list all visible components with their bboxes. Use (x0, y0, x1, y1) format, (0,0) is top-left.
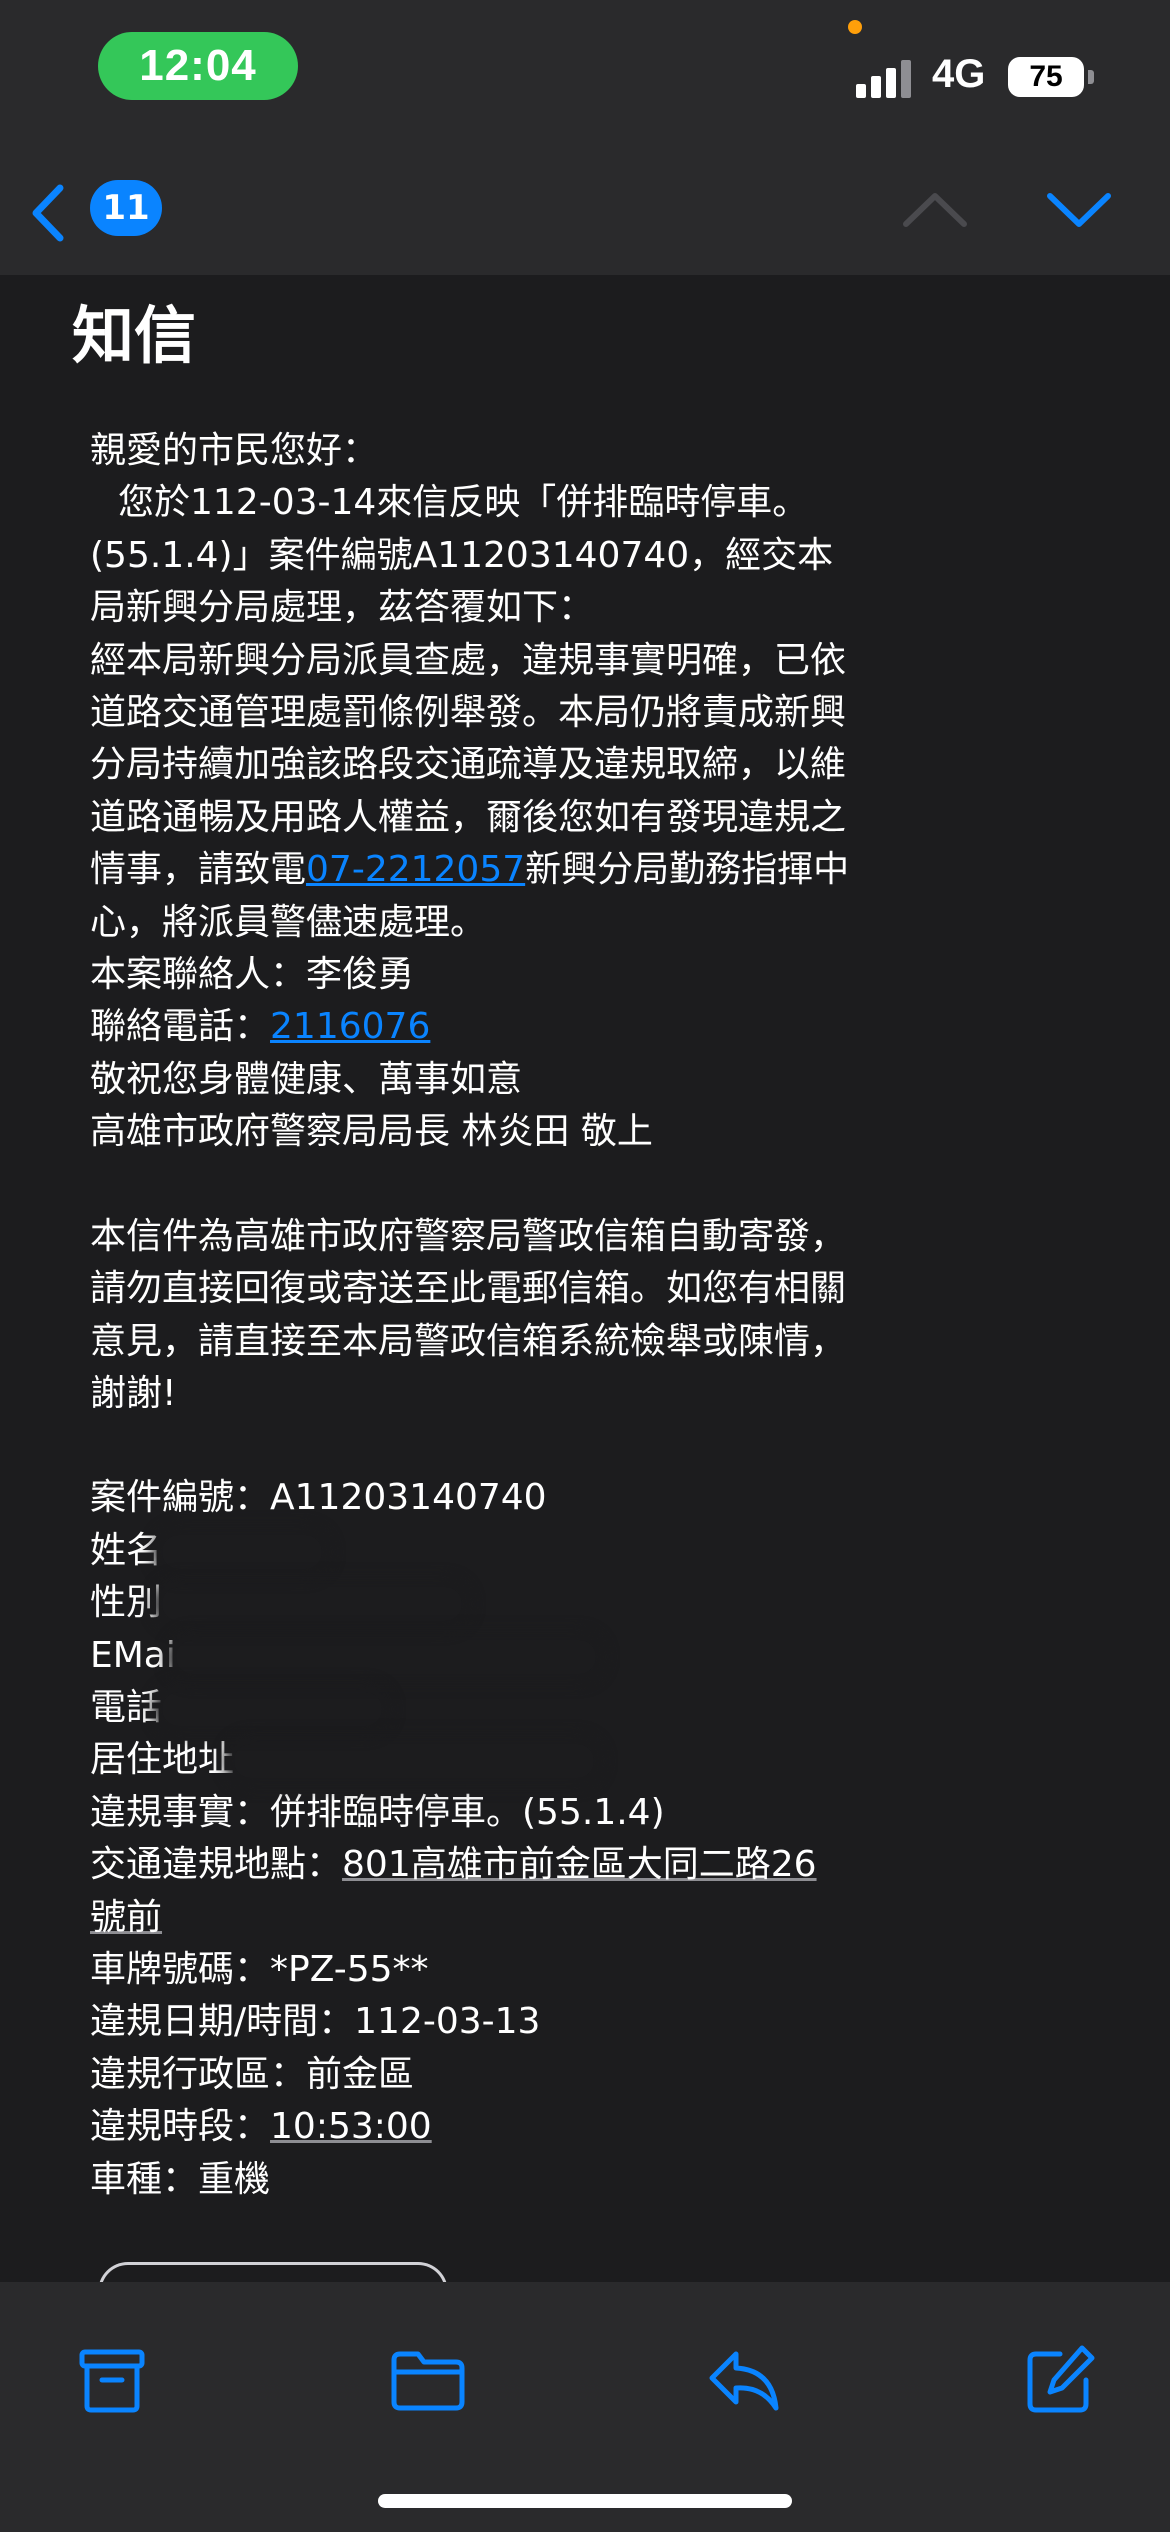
violation-value: 併排臨時停車。(55.1.4) (270, 1791, 665, 1833)
time-label: 違規時段： (90, 2106, 271, 2148)
previous-message-button[interactable] (900, 180, 970, 240)
name-line: 姓名 (90, 1525, 850, 1577)
contact-name: 李俊勇 (306, 954, 415, 996)
district-label: 違規行政區： (90, 2053, 307, 2095)
privacy-indicator-dot (848, 20, 862, 34)
tel-label: 電話 (90, 1686, 163, 1728)
auto-notice: 本信件為高雄市政府警察局警政信箱自動寄發，請勿直接回復或寄送至此電郵信箱。如您有… (90, 1215, 847, 1414)
redacted-value (234, 1744, 595, 1779)
redacted-value (162, 1691, 383, 1726)
date-label: 違規日期/時間： (90, 2001, 355, 2043)
paragraph-response: 經本局新興分局派員查處，違規事實明確，已依道路交通管理處罰條例舉發。本局仍將責成… (90, 635, 850, 949)
back-button[interactable] (22, 178, 82, 248)
contact-person-line: 本案聯絡人：李俊勇 (90, 949, 850, 1001)
redacted-value (175, 1639, 596, 1674)
status-time: 12:04 (98, 32, 298, 100)
mail-nav-bar: 11 (0, 150, 1170, 275)
name-label: 姓名 (90, 1529, 163, 1571)
archive-button[interactable] (72, 2340, 152, 2420)
contact-label: 本案聯絡人： (90, 954, 307, 996)
chevron-up-icon (903, 193, 967, 227)
email-subject: 知信 (72, 299, 197, 372)
date-line: 違規日期/時間：112-03-13 (90, 1996, 850, 2048)
violation-line: 違規事實：併排臨時停車。(55.1.4) (90, 1787, 850, 1839)
plate-label: 車牌號碼： (90, 1948, 271, 1990)
paragraph-case-info: 您於112-03-14來信反映「併排臨時停車。(55.1.4)」案件編號A112… (90, 482, 834, 629)
email-line: EMai (90, 1630, 850, 1682)
archive-icon (79, 2349, 145, 2413)
tel-line: 電話 (90, 1682, 850, 1734)
time-value-link[interactable]: 10:53:00 (270, 2106, 432, 2147)
battery-icon: 75 (1008, 57, 1084, 97)
gender-line: 性別 (90, 1577, 850, 1629)
district-line: 違規行政區：前金區 (90, 2049, 850, 2101)
greeting: 親愛的市民您好： (90, 430, 379, 471)
vehicle-value: 重機 (198, 2158, 271, 2200)
contact-phone-link[interactable]: 2116076 (270, 1006, 430, 1047)
vehicle-line: 車種：重機 (90, 2154, 850, 2206)
gender-label: 性別 (90, 1582, 163, 1624)
battery-tip (1088, 70, 1094, 84)
status-bar: 12:04 4G 75 (0, 0, 1170, 150)
time-period-line: 違規時段：10:53:00 (90, 2101, 850, 2153)
folder-icon (391, 2351, 465, 2411)
plate-value: *PZ-55** (270, 1948, 429, 1990)
reply-icon (709, 2351, 779, 2411)
location-line: 交通違規地點：801高雄市前金區大同二路26號前 (90, 1839, 850, 1944)
email-label: EMai (90, 1634, 176, 1676)
contact-phone-line: 聯絡電話：2116076 (90, 1001, 850, 1053)
signature-line: 高雄市政府警察局局長 林炎田 敬上 (90, 1111, 653, 1153)
phone-label: 聯絡電話： (90, 1006, 271, 1048)
move-to-folder-button[interactable] (388, 2340, 468, 2420)
vehicle-label: 車種： (90, 2158, 199, 2200)
compose-icon (1027, 2345, 1095, 2413)
reply-button[interactable] (704, 2340, 784, 2420)
home-indicator[interactable] (378, 2494, 792, 2508)
network-type: 4G (932, 52, 986, 96)
case-number-line: 案件編號：A11203140740 (90, 1472, 850, 1524)
compose-button[interactable] (1020, 2340, 1100, 2420)
command-center-phone-link[interactable]: 07-2212057 (306, 849, 525, 890)
closing-line: 敬祝您身體健康、萬事如意 (90, 1058, 523, 1100)
cellular-signal-icon (856, 58, 912, 98)
chevron-down-icon (1047, 193, 1111, 227)
chevron-left-icon (32, 184, 64, 242)
location-label: 交通違規地點： (90, 1844, 343, 1886)
case-label: 案件編號： (90, 1477, 271, 1519)
date-value: 112-03-13 (354, 2001, 541, 2043)
email-body: 親愛的市民您好： 您於112-03-14來信反映「併排臨時停車。(55.1.4)… (90, 425, 850, 2206)
unread-count-badge[interactable]: 11 (90, 180, 162, 236)
redacted-value (162, 1534, 323, 1569)
case-number: A11203140740 (270, 1477, 547, 1519)
address-label: 居住地址 (90, 1739, 235, 1781)
plate-line: 車牌號碼：*PZ-55** (90, 1944, 850, 1996)
address-line: 居住地址 (90, 1734, 850, 1786)
district-value: 前金區 (306, 2053, 415, 2095)
next-message-button[interactable] (1044, 180, 1114, 240)
redacted-value (162, 1587, 463, 1622)
violation-label: 違規事實： (90, 1791, 271, 1833)
